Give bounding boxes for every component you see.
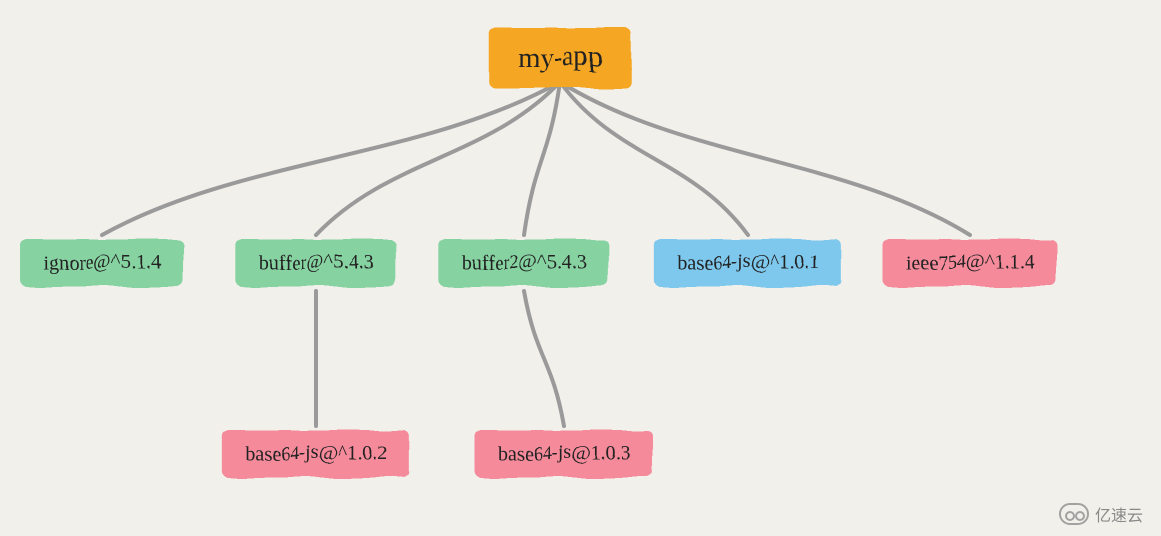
cloud-icon: [1059, 503, 1089, 525]
node-buffer2: buffer2@^5.4.3: [439, 240, 609, 287]
node-ignore: ignore@^5.1.4: [21, 240, 184, 287]
edge: [560, 82, 748, 235]
edge: [524, 291, 564, 426]
node-buffer: buffer@^5.4.3: [236, 240, 396, 287]
node-base64: base64-js@^1.0.1: [654, 240, 841, 287]
node-root: my-app: [489, 28, 631, 88]
node-b64-2: base64-js@^1.0.2: [222, 431, 409, 478]
node-b64-3: base64-js@1.0.3: [475, 431, 653, 478]
watermark-text: 亿速云: [1095, 502, 1143, 526]
edge: [102, 82, 560, 235]
edge: [316, 82, 560, 235]
edge: [524, 82, 560, 235]
watermark: 亿速云: [1059, 502, 1143, 526]
edge: [560, 82, 970, 235]
node-ieee754: ieee754@^1.1.4: [883, 240, 1057, 287]
